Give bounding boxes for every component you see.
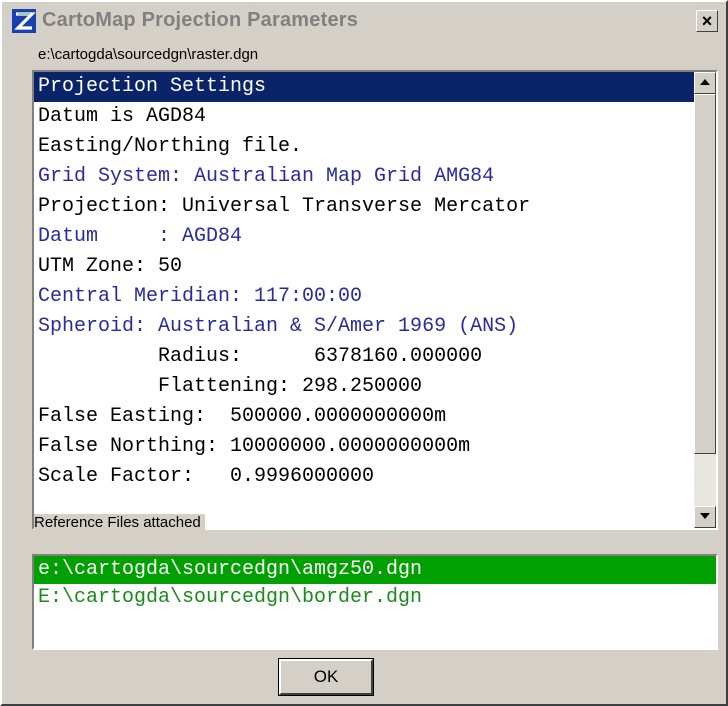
ok-button[interactable]: OK [278, 658, 374, 696]
settings-line[interactable]: Easting/Northing file. [34, 132, 694, 162]
settings-line[interactable]: UTM Zone: 50 [34, 252, 694, 282]
settings-line[interactable]: Radius: 6378160.000000 [34, 342, 694, 372]
reference-file-item[interactable]: E:\cartogda\sourcedgn\border.dgn [34, 584, 716, 612]
settings-line[interactable]: Projection Settings [34, 72, 694, 102]
arrow-up-icon [700, 79, 710, 85]
arrow-down-icon [700, 513, 710, 519]
settings-line[interactable]: Grid System: Australian Map Grid AMG84 [34, 162, 694, 192]
scroll-up-button[interactable] [694, 72, 716, 94]
reference-files-label: Reference Files attached [34, 514, 205, 531]
title-bar[interactable]: CartoMap Projection Parameters × [4, 4, 724, 38]
settings-line[interactable]: Projection: Universal Transverse Mercato… [34, 192, 694, 222]
settings-line[interactable]: Scale Factor: 0.9996000000 [34, 462, 694, 492]
file-path: e:\cartogda\sourcedgn\raster.dgn [38, 46, 259, 63]
settings-lines: Projection Settings Datum is AGD84 Easting… [34, 72, 694, 528]
scroll-down-button[interactable] [694, 506, 716, 528]
projection-settings-list[interactable]: Projection Settings Datum is AGD84 Easting… [32, 70, 718, 530]
reference-file-item[interactable]: e:\cartogda\sourcedgn\amgz50.dgn [34, 556, 716, 584]
settings-line[interactable]: False Northing: 10000000.0000000000m [34, 432, 694, 462]
settings-line[interactable]: Datum is AGD84 [34, 102, 694, 132]
settings-line[interactable]: Central Meridian: 117:00:00 [34, 282, 694, 312]
dialog-window: CartoMap Projection Parameters × e:\cart… [0, 0, 728, 706]
settings-line[interactable]: False Easting: 500000.0000000000m [34, 402, 694, 432]
reference-files-list[interactable]: e:\cartogda\sourcedgn\amgz50.dgn E:\carto… [32, 554, 718, 650]
scroll-thumb[interactable] [694, 94, 716, 454]
settings-line[interactable]: Datum : AGD84 [34, 222, 694, 252]
close-button[interactable]: × [696, 10, 718, 32]
cartomap-logo-icon [12, 9, 36, 33]
window-title: CartoMap Projection Parameters [42, 9, 359, 31]
settings-line[interactable]: Flattening: 298.250000 [34, 372, 694, 402]
settings-line[interactable]: Spheroid: Australian & S/Amer 1969 (ANS) [34, 312, 694, 342]
vertical-scrollbar[interactable] [694, 72, 716, 528]
close-icon: × [701, 11, 713, 31]
